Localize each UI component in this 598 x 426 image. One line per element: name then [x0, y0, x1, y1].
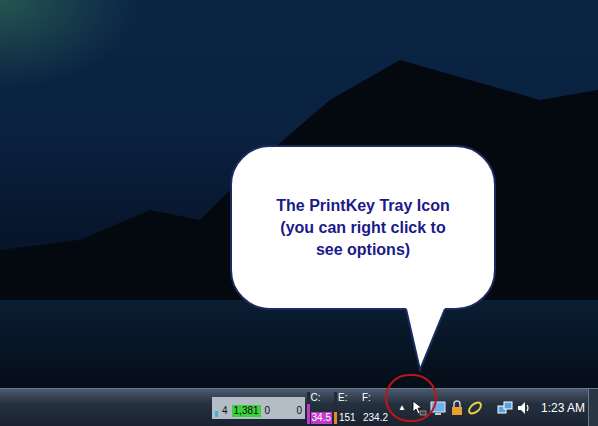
- show-desktop-button[interactable]: [588, 389, 598, 426]
- screen: 4 1,381 0 0 C: 34.5 E: 151F:234.2 ▲ 1:23 AM The Pr…: [0, 0, 598, 426]
- lock-icon[interactable]: [449, 400, 465, 416]
- printkey-icon[interactable]: [411, 400, 427, 416]
- drive-meter: F:234.2: [359, 392, 386, 424]
- drive-reading: 34.5: [311, 412, 332, 424]
- meter-value: 0: [296, 405, 302, 417]
- meter-value: 0: [265, 405, 271, 417]
- callout-line: (you can right click to: [280, 217, 445, 239]
- tray-overflow-button[interactable]: ▲: [397, 402, 407, 414]
- drive-label: E:: [338, 392, 357, 404]
- drive-meter: C: 34.5: [305, 392, 332, 424]
- callout: The PrintKey Tray Icon(you can right cli…: [230, 145, 496, 310]
- taskbar: 4 1,381 0 0 C: 34.5 E: 151F:234.2 ▲ 1:23 AM: [0, 388, 598, 426]
- callout-line: The PrintKey Tray Icon: [276, 195, 449, 217]
- drive-label: C:: [311, 392, 332, 404]
- volume-icon[interactable]: [516, 400, 532, 416]
- performance-meter: 4 1,381 0 0: [212, 397, 305, 419]
- drive-reading: 151: [338, 412, 357, 424]
- callout-line: see options): [316, 239, 410, 261]
- drive-reading: 234.2: [362, 412, 389, 424]
- monitor-icon[interactable]: [430, 400, 446, 416]
- ring-icon[interactable]: [467, 400, 483, 416]
- highlight-ellipse: [385, 374, 437, 422]
- callout-tail-icon: [405, 300, 447, 372]
- aurora: [0, 0, 140, 90]
- meter-value: 4: [222, 405, 228, 417]
- drive-meter: E: 151: [332, 392, 359, 424]
- meter-value: 1,381: [232, 405, 261, 417]
- clock[interactable]: 1:23 AM: [541, 399, 585, 417]
- network-icon[interactable]: [497, 400, 513, 416]
